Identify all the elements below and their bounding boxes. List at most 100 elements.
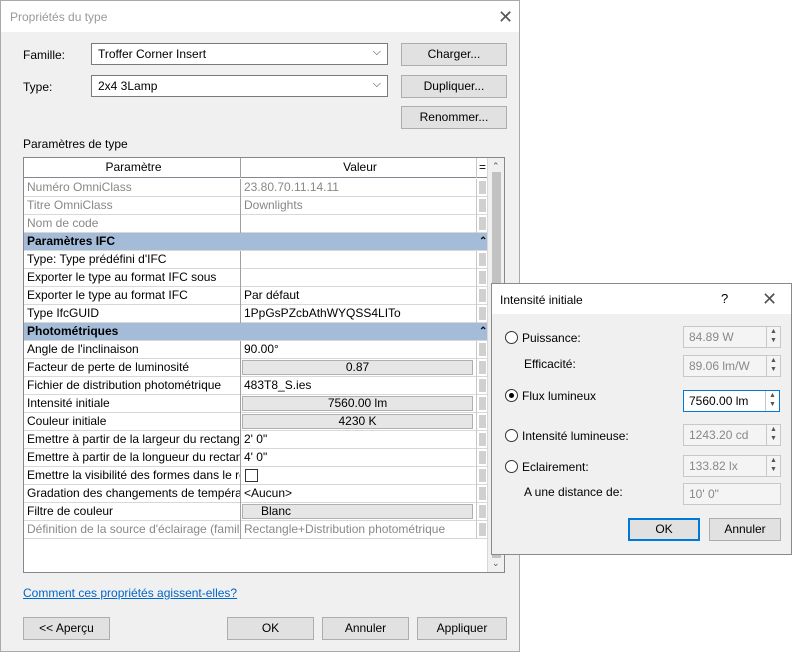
value-edit-button[interactable]: 4230 K [242,414,473,429]
table-row[interactable]: Couleur initiale 4230 K [24,413,488,431]
flux-input[interactable]: 7560.00 lm ▲ ▼ [683,390,780,412]
illuminance-radio[interactable] [505,460,518,473]
parameter-value[interactable]: 23.80.70.11.14.11 [241,179,476,197]
formula-button[interactable] [479,469,486,482]
load-button[interactable]: Charger... [401,43,507,66]
value-edit-button[interactable]: 0.87 [242,360,473,375]
formula-button[interactable] [479,253,486,266]
table-row[interactable]: Type: Type prédéfini d'IFC [24,251,488,269]
table-row[interactable]: Fichier de distribution photométrique 483… [24,377,488,395]
formula-button[interactable] [479,523,486,536]
formula-button[interactable] [479,271,486,284]
dialog-ok-button[interactable]: OK [628,518,700,541]
formula-button[interactable] [479,307,486,320]
table-row[interactable]: Nom de code [24,215,488,233]
illuminance-label: Eclairement: [522,460,589,474]
dialog-title-bar: Intensité initiale ? ✕ [492,284,791,314]
preview-button[interactable]: << Aperçu [23,617,110,640]
formula-button[interactable] [479,289,486,302]
intensity-radio[interactable] [505,429,518,442]
type-label: Type: [23,80,53,94]
close-icon[interactable]: ✕ [498,8,513,26]
parameter-value[interactable]: 2' 0" [241,431,476,449]
parameter-value[interactable]: Par défaut [241,287,476,305]
parameter-name: Intensité initiale [24,395,241,413]
parameter-value[interactable]: 0.87 [241,359,476,377]
formula-button[interactable] [479,217,486,230]
table-row[interactable]: Numéro OmniClass 23.80.70.11.14.11 [24,179,488,197]
parameter-value[interactable] [241,251,476,269]
type-properties-window: Propriétés du type ✕ Famille: Troffer Co… [0,0,520,652]
table-row[interactable]: Exporter le type au format IFC Par défaut [24,287,488,305]
group-header-row[interactable]: Photométriques ⌃ [24,323,488,341]
formula-button[interactable] [479,379,486,392]
parameter-value[interactable]: 4' 0" [241,449,476,467]
table-row[interactable]: Emettre à partir de la largeur du rectan… [24,431,488,449]
flux-spinner[interactable]: ▲ ▼ [765,391,779,411]
parameter-name: Couleur initiale [24,413,241,431]
table-row[interactable]: Titre OmniClass Downlights [24,197,488,215]
family-dropdown[interactable]: Troffer Corner Insert ⌵ [91,43,388,65]
table-row[interactable]: Emettre à partir de la longueur du recta… [24,449,488,467]
parameter-value[interactable] [241,269,476,287]
dialog-title: Intensité initiale [500,293,583,307]
value-column-header[interactable]: Valeur [241,158,476,178]
table-row[interactable]: Type IfcGUID 1PpGsPZcbAthWYQSS4LITo [24,305,488,323]
table-row[interactable]: Exporter le type au format IFC sous [24,269,488,287]
formula-button[interactable] [479,415,486,428]
dialog-cancel-button[interactable]: Annuler [709,518,781,541]
power-radio[interactable] [505,331,518,344]
parameter-value[interactable]: Downlights [241,197,476,215]
parameter-value[interactable]: 1PpGsPZcbAthWYQSS4LITo [241,305,476,323]
formula-button[interactable] [479,361,486,374]
table-row[interactable]: Définition de la source d'éclairage (fam… [24,521,488,539]
value-edit-button[interactable]: 7560.00 lm [242,396,473,411]
parameter-value[interactable]: Blanc [241,503,476,521]
apply-button[interactable]: Appliquer [417,617,507,640]
formula-button[interactable] [479,451,486,464]
formula-button[interactable] [479,181,486,194]
parameter-value[interactable]: <Aucun> [241,485,476,503]
family-value: Troffer Corner Insert [98,47,207,61]
visibility-checkbox[interactable] [245,469,258,482]
ok-button[interactable]: OK [227,617,314,640]
parameter-value[interactable]: 7560.00 lm [241,395,476,413]
dialog-close-icon[interactable]: ✕ [762,290,777,308]
formula-button[interactable] [479,199,486,212]
parameter-value[interactable]: Rectangle+Distribution photométrique [241,521,476,539]
rename-button[interactable]: Renommer... [401,106,507,129]
table-row[interactable]: Intensité initiale 7560.00 lm [24,395,488,413]
group-header-row[interactable]: Paramètres IFC ⌃ [24,233,488,251]
efficacy-field: 89.06 lm/W ▲ ▼ [683,355,781,377]
table-row[interactable]: Filtre de couleur Blanc [24,503,488,521]
table-row[interactable]: Angle de l'inclinaison 90.00° [24,341,488,359]
parameter-value[interactable]: 90.00° [241,341,476,359]
flux-value: 7560.00 lm [689,394,749,408]
table-row[interactable]: Facteur de perte de luminosité 0.87 [24,359,488,377]
formula-button[interactable] [479,397,486,410]
formula-button[interactable] [479,343,486,356]
table-row[interactable]: Emettre la visibilité des formes dans le… [24,467,488,485]
help-link[interactable]: Comment ces propriétés agissent-elles? [23,586,237,600]
type-dropdown[interactable]: 2x4 3Lamp ⌵ [91,75,388,97]
parameter-value[interactable]: 483T8_S.ies [241,377,476,395]
parameter-value[interactable] [241,467,476,485]
group-title: Paramètres IFC [27,234,116,248]
parameter-value[interactable]: 4230 K [241,413,476,431]
illuminance-spinner: ▲ ▼ [766,456,780,476]
scroll-down-icon[interactable]: ⌄ [492,558,500,569]
scroll-up-icon[interactable]: ⌃ [492,161,500,172]
formula-button[interactable] [479,487,486,500]
value-edit-button[interactable]: Blanc [242,504,473,519]
formula-button[interactable] [479,505,486,518]
help-icon[interactable]: ? [721,291,728,306]
flux-radio[interactable] [505,389,518,402]
formula-button[interactable] [479,433,486,446]
duplicate-button[interactable]: Dupliquer... [401,75,507,98]
parameter-value[interactable] [241,215,476,233]
cancel-button[interactable]: Annuler [322,617,409,640]
parameter-name: Type: Type prédéfini d'IFC [24,251,241,269]
chevron-down-icon: ⌵ [372,78,381,90]
table-row[interactable]: Gradation des changements de température… [24,485,488,503]
param-column-header[interactable]: Paramètre [24,158,241,178]
